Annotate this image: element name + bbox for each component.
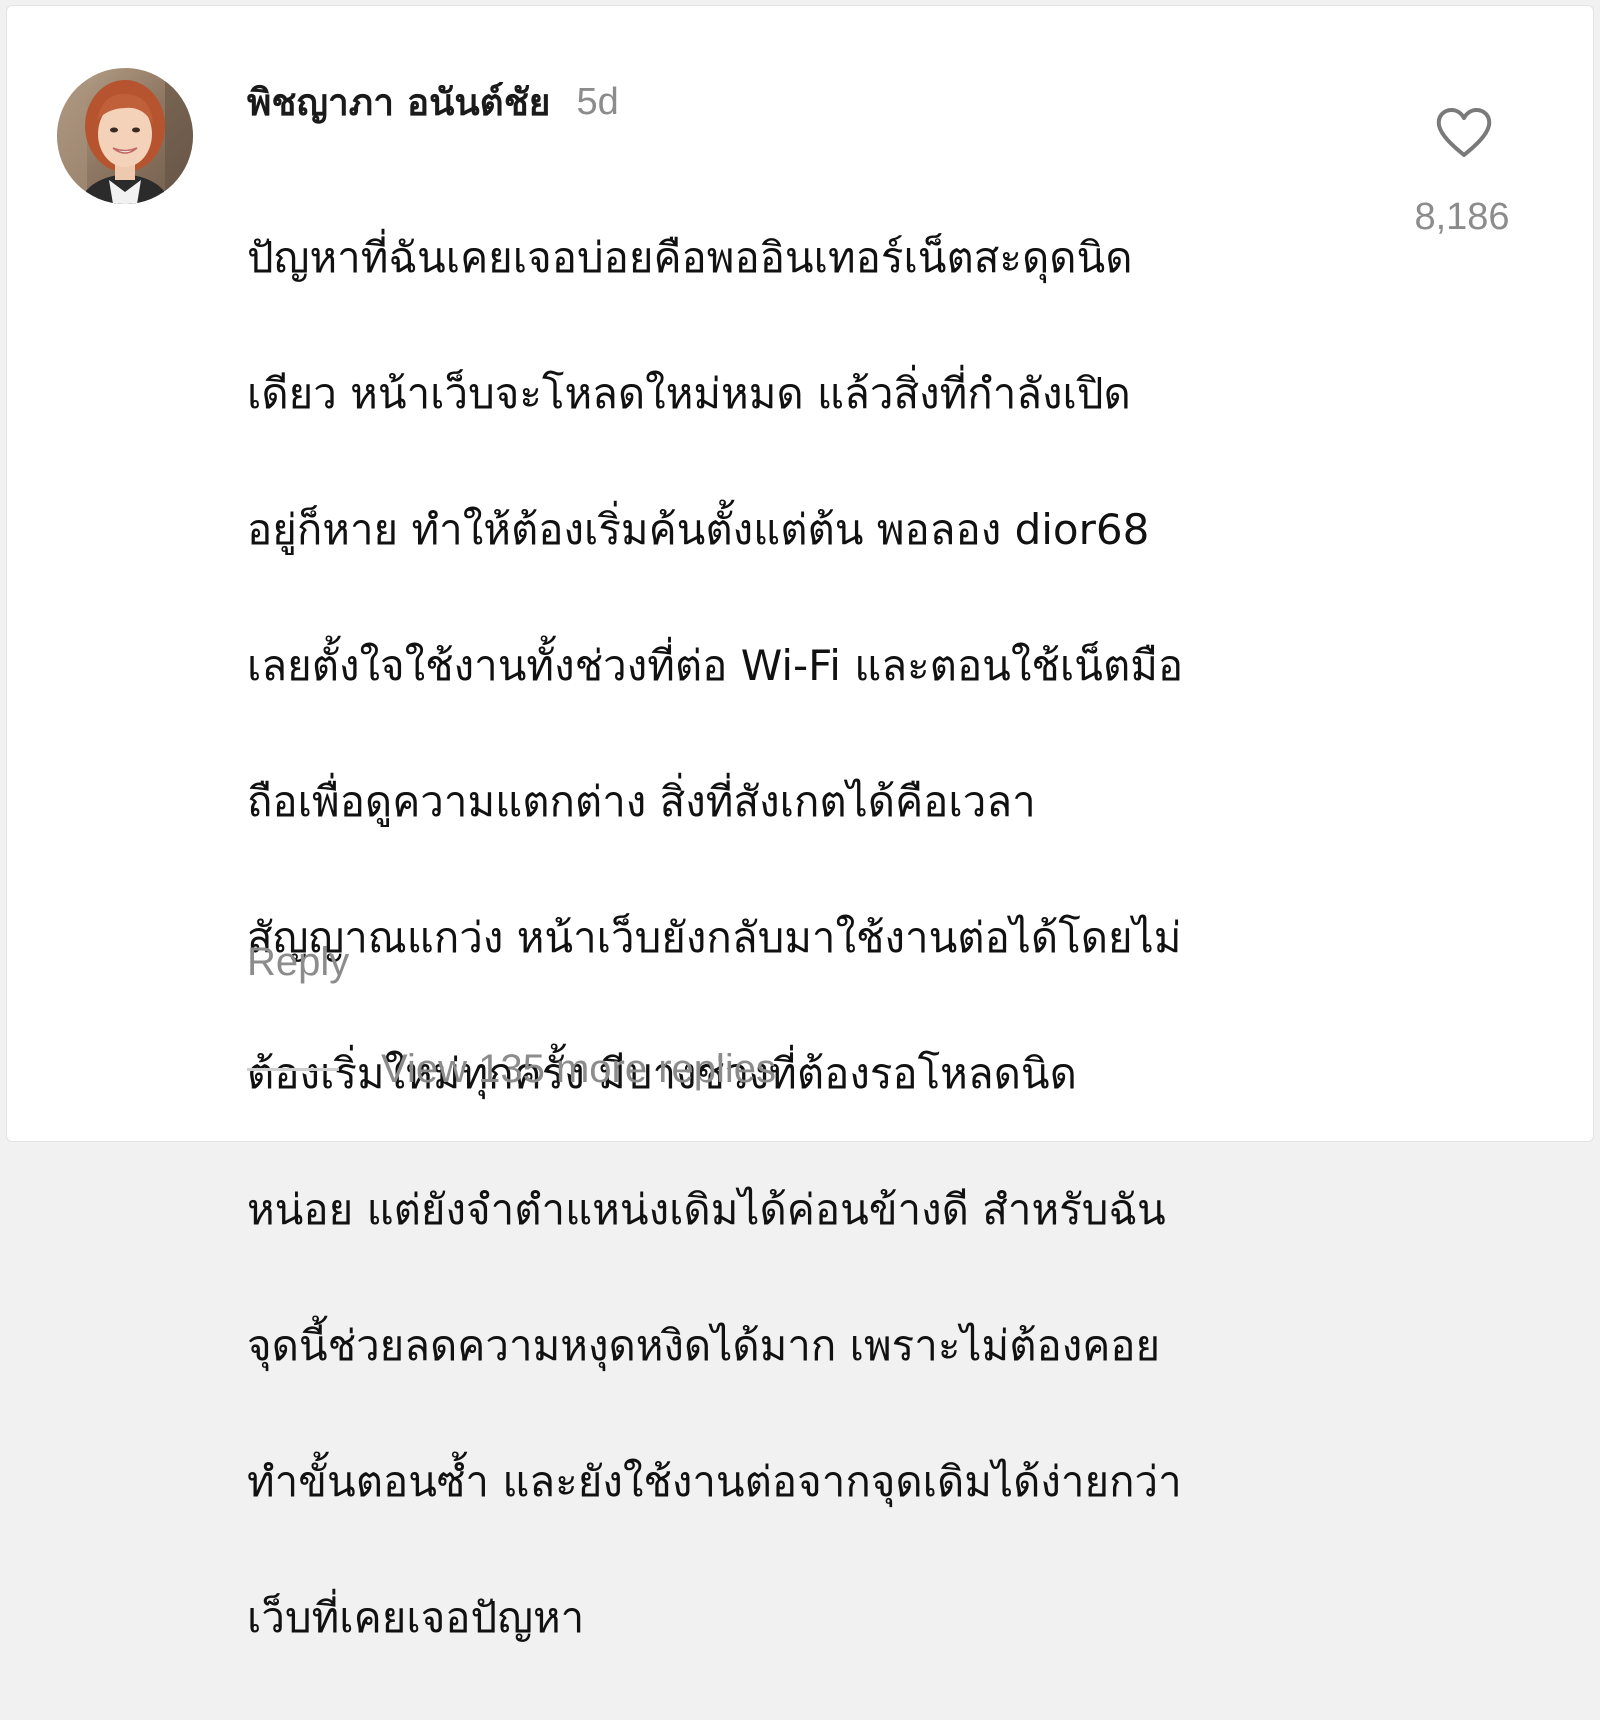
heart-outline-icon [1436,108,1492,157]
comment-line: เว็บที่เคยเจอปัญหา [247,1593,585,1642]
comment-header: พิชญาภา อนันต์ชัย 5d [247,74,619,130]
username[interactable]: พิชญาภา อนันต์ชัย [247,73,550,132]
comment-text: ปัญหาที่ฉันเคยเจอบ่อยคือพออินเทอร์เน็ตสะ… [247,156,1372,1720]
comment-age: 5d [576,80,619,123]
replies-divider [247,1067,339,1071]
avatar-photo [57,68,193,204]
like-count: 8,186 [1414,196,1510,238]
comment-line: ทำขั้นตอนซ้ำ และยังใช้งานต่อจากจุดเดิมได… [247,1457,1182,1506]
comment-line: เลยตั้งใจใช้งานทั้งช่วงที่ต่อ Wi-Fi และต… [247,641,1184,690]
view-more-replies-button[interactable]: View 135 more replies [247,1044,776,1094]
comment-line: สัญญาณแกว่ง หน้าเว็บยังกลับมาใช้งานต่อได… [247,913,1182,962]
comment-line: หน่อย แต่ยังจำตำแหน่งเดิมได้ค่อนข้างดี ส… [247,1185,1166,1234]
reply-button[interactable]: Reply [247,940,349,985]
comment-line: ถือเพื่อดูความแตกต่าง สิ่งที่สังเกตได้คื… [247,777,1036,826]
comment-card: พิชญาภา อนันต์ชัย 5d ปัญหาที่ฉันเคยเจอบ่… [6,5,1594,1642]
view-replies-label: View 135 more replies [381,1046,777,1091]
avatar[interactable] [57,68,193,204]
comment-line: ปัญหาที่ฉันเคยเจอบ่อยคือพออินเทอร์เน็ตสะ… [247,233,1133,282]
comment-line: เดียว หน้าเว็บจะโหลดใหม่หมด แล้วสิ่งที่ก… [247,369,1131,418]
comment-line: อยู่ก็หาย ทำให้ต้องเริ่มค้นตั้งแต่ต้น พอ… [247,505,1150,554]
comment-line: จุดนี้ช่วยลดความหงุดหงิดได้มาก เพราะไม่ต… [247,1321,1161,1370]
like-button[interactable] [1419,98,1509,168]
